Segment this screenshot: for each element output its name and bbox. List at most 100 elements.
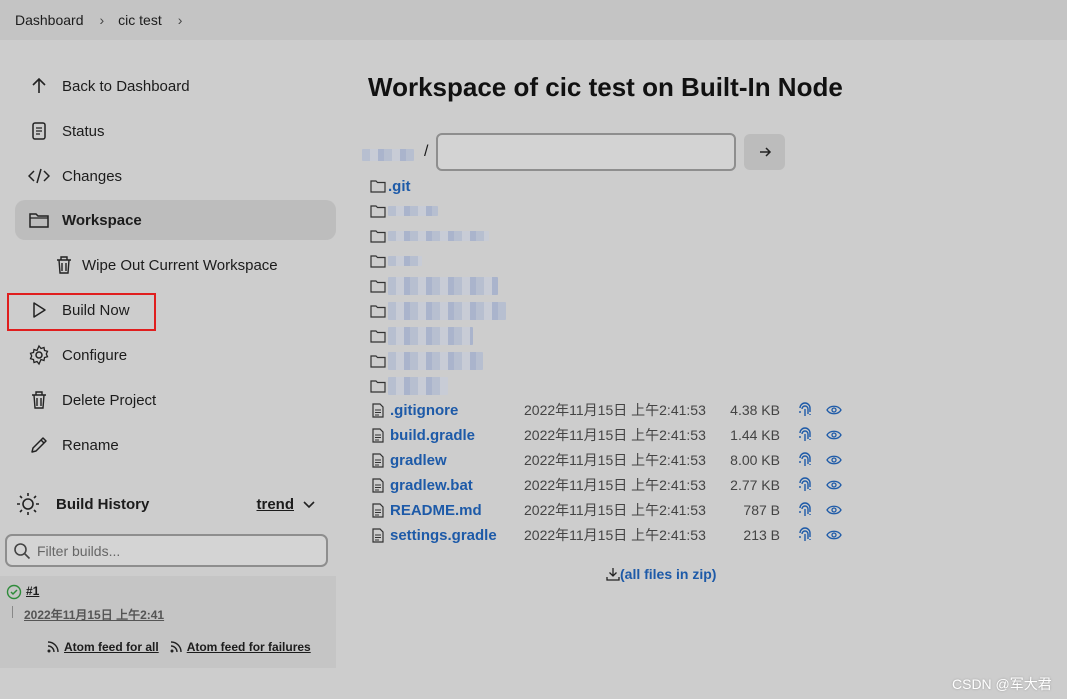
trend-link[interactable]: trend: [257, 496, 295, 513]
code-icon: [15, 166, 62, 186]
zip-label: (all files in zip): [620, 566, 717, 582]
sidebar-item-status[interactable]: Status: [15, 111, 336, 151]
folder-icon: [370, 379, 388, 393]
sidebar-item-workspace[interactable]: Workspace: [15, 200, 336, 240]
eye-icon[interactable]: [826, 429, 842, 441]
file-link[interactable]: README.md: [390, 502, 524, 519]
file-link[interactable]: .gitignore: [390, 402, 524, 419]
file-icon: [372, 427, 390, 443]
chevron-right-icon[interactable]: ›: [178, 12, 183, 28]
dir-row-redacted[interactable]: [370, 275, 498, 297]
file-icon: [372, 477, 390, 493]
file-icon: [372, 502, 390, 518]
build-list: #1 2022年11月15日 上午2:41 Atom feed for all …: [0, 576, 336, 668]
folder-icon: [370, 329, 388, 343]
file-row: gradlew 2022年11月15日 上午2:41:53 8.00 KB: [372, 449, 842, 471]
file-link[interactable]: gradlew: [390, 452, 524, 469]
breadcrumb: Dashboard › cic test ›: [0, 0, 1067, 40]
redacted-name[interactable]: [388, 352, 483, 370]
redacted-name[interactable]: [388, 302, 506, 320]
build-timeline-divider: [12, 606, 13, 618]
chevron-right-icon[interactable]: ›: [100, 12, 105, 28]
file-link[interactable]: gradlew.bat: [390, 477, 524, 494]
sidebar-item-label: Configure: [62, 346, 128, 364]
dir-row-redacted[interactable]: [370, 250, 422, 272]
document-icon: [15, 121, 62, 141]
watermark: CSDN @军大君: [952, 676, 1052, 692]
dir-row-redacted[interactable]: [370, 200, 438, 222]
dir-row-redacted[interactable]: [370, 375, 448, 397]
sidebar-item-delete-project[interactable]: Delete Project: [15, 380, 336, 420]
trash-icon: [15, 390, 62, 410]
breadcrumb-dashboard[interactable]: Dashboard: [15, 12, 84, 28]
path-navigator: /: [362, 133, 786, 171]
redacted-path-segment[interactable]: [362, 149, 414, 161]
fingerprint-icon[interactable]: [798, 477, 812, 493]
folder-icon: [370, 354, 388, 368]
arrow-right-icon: [759, 147, 772, 157]
fingerprint-icon[interactable]: [798, 452, 812, 468]
atom-feeds: Atom feed for all Atom feed for failures: [46, 640, 311, 654]
path-separator: /: [424, 143, 429, 160]
redacted-name[interactable]: [388, 327, 473, 345]
file-link[interactable]: settings.gradle: [390, 527, 524, 544]
folder-icon: [370, 279, 388, 293]
arrow-up-icon: [15, 76, 62, 96]
pencil-icon: [15, 435, 62, 455]
redacted-name[interactable]: [388, 377, 448, 395]
file-row: gradlew.bat 2022年11月15日 上午2:41:53 2.77 K…: [372, 474, 842, 496]
sidebar-item-label: Workspace: [62, 211, 142, 229]
sidebar-item-configure[interactable]: Configure: [15, 335, 336, 375]
sidebar-item-label: Rename: [62, 436, 119, 454]
sidebar-item-label: Delete Project: [62, 391, 157, 409]
breadcrumb-project[interactable]: cic test: [118, 12, 162, 28]
redacted-name[interactable]: [388, 256, 422, 266]
dir-link[interactable]: .git: [388, 178, 411, 195]
filter-builds-input[interactable]: Filter builds...: [5, 534, 328, 567]
atom-feed-all-link[interactable]: Atom feed for all: [46, 640, 159, 654]
success-check-icon: [6, 584, 22, 605]
dir-row-redacted[interactable]: [370, 325, 473, 347]
eye-icon[interactable]: [826, 529, 842, 541]
sidebar-item-label: Changes: [62, 167, 123, 185]
eye-icon[interactable]: [826, 504, 842, 516]
folder-icon: [370, 204, 388, 218]
path-input[interactable]: [436, 133, 737, 171]
folder-icon: [370, 254, 388, 268]
fingerprint-icon[interactable]: [798, 427, 812, 443]
dir-row-redacted[interactable]: [370, 300, 506, 322]
fingerprint-icon[interactable]: [798, 402, 812, 418]
fingerprint-icon[interactable]: [798, 502, 812, 518]
redacted-name[interactable]: [388, 277, 498, 295]
dir-row-redacted[interactable]: [370, 225, 489, 247]
chevron-down-icon[interactable]: [302, 497, 316, 511]
redacted-name[interactable]: [388, 206, 438, 216]
go-button[interactable]: [744, 134, 786, 170]
dir-row[interactable]: .git: [370, 175, 411, 197]
gear-icon: [15, 344, 62, 366]
eye-icon[interactable]: [826, 454, 842, 466]
sidebar-item-label: Back to Dashboard: [62, 77, 190, 95]
sidebar-item-wipe-out-workspace[interactable]: Wipe Out Current Workspace: [45, 245, 336, 285]
file-size: 2.77 KB: [730, 477, 780, 493]
build-date-link[interactable]: 2022年11月15日 上午2:41: [24, 606, 164, 623]
sidebar-item-changes[interactable]: Changes: [15, 156, 336, 196]
file-row: .gitignore 2022年11月15日 上午2:41:53 4.38 KB: [372, 399, 842, 421]
eye-icon[interactable]: [826, 479, 842, 491]
sidebar-item-label: Wipe Out Current Workspace: [82, 256, 278, 274]
file-date: 2022年11月15日 上午2:41:53: [524, 527, 706, 543]
file-size: 1.44 KB: [730, 427, 780, 443]
atom-feed-failures-link[interactable]: Atom feed for failures: [169, 640, 311, 654]
download-icon: [606, 568, 620, 581]
eye-icon[interactable]: [826, 404, 842, 416]
atom-feed-all-label: Atom feed for all: [64, 640, 159, 654]
sidebar-item-rename[interactable]: Rename: [15, 425, 336, 465]
dir-row-redacted[interactable]: [370, 350, 483, 372]
redacted-name[interactable]: [388, 231, 489, 241]
fingerprint-icon[interactable]: [798, 527, 812, 543]
sidebar-item-back-to-dashboard[interactable]: Back to Dashboard: [15, 66, 336, 106]
file-link[interactable]: build.gradle: [390, 427, 524, 444]
all-files-zip-link[interactable]: (all files in zip): [606, 566, 716, 582]
build-number-link[interactable]: #1: [26, 584, 39, 598]
file-icon: [372, 452, 390, 468]
